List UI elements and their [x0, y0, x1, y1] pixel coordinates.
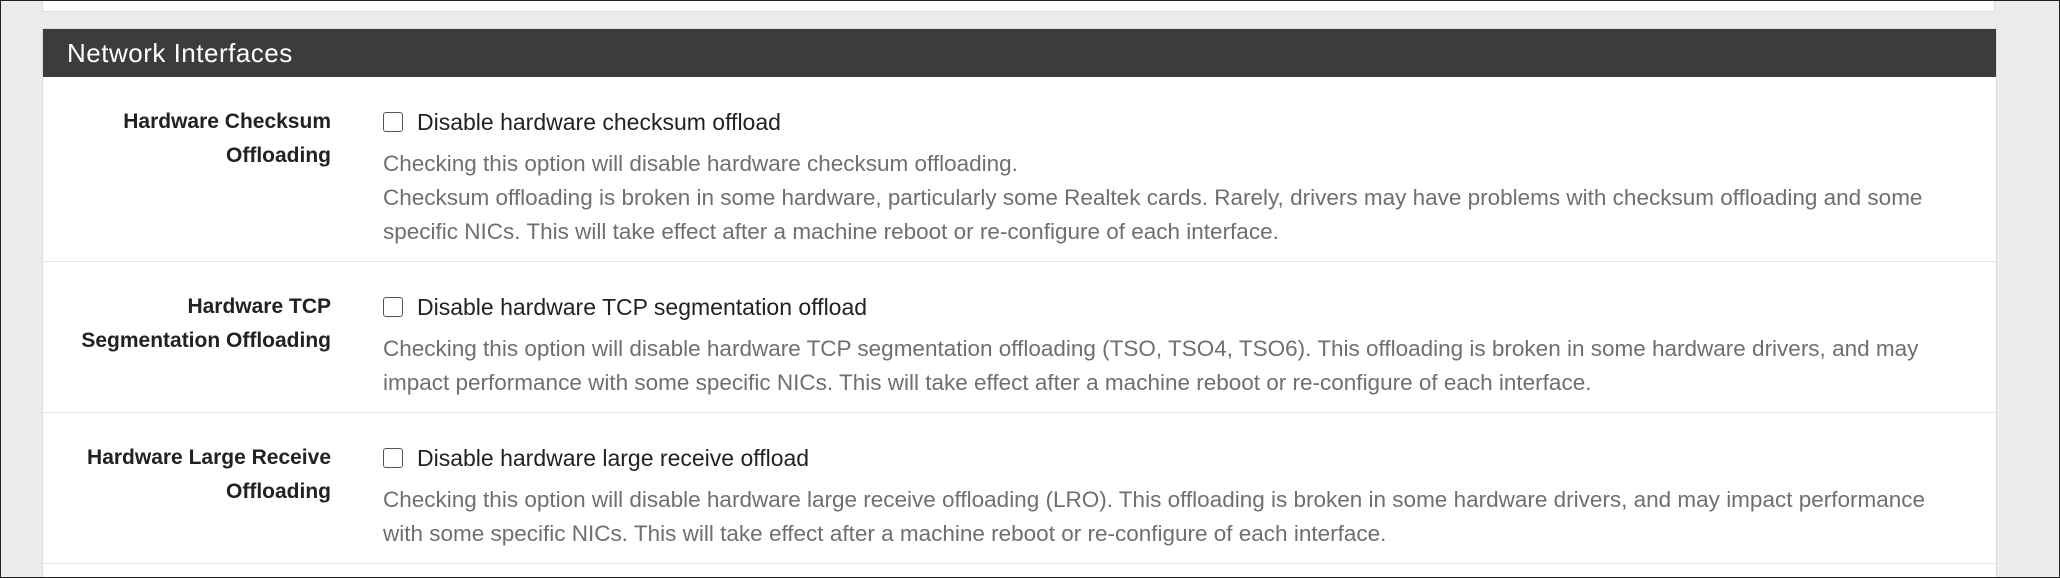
row-label-line: Hardware TCP — [187, 295, 331, 318]
row-content: Disable hardware TCP segmentation offloa… — [383, 290, 1966, 400]
help-text-line: Checking this option will disable hardwa… — [383, 151, 1018, 176]
previous-panel-bottom — [42, 1, 1995, 12]
checkbox-label: Disable hardware TCP segmentation offloa… — [417, 293, 868, 320]
help-text: Checking this option will disable hardwa… — [383, 147, 1966, 249]
form-row-large-receive-offloading: Hardware Large Receive Offloading Disabl… — [43, 413, 1996, 564]
row-label-line: Segmentation Offloading — [81, 329, 331, 352]
row-label: Hardware Large Receive Offloading — [43, 441, 331, 509]
row-label: Hardware TCP Segmentation Offloading — [43, 290, 331, 358]
form-row-checksum-offloading: Hardware Checksum Offloading Disable har… — [43, 77, 1996, 262]
help-text-line: Checking this option will disable hardwa… — [383, 336, 1919, 395]
help-text-line: Checking this option will disable hardwa… — [383, 487, 1926, 546]
panel-heading: Network Interfaces — [43, 29, 1996, 77]
row-label-line: Hardware Checksum — [123, 110, 331, 133]
checkbox-label: Disable hardware checksum offload — [417, 108, 781, 135]
disable-checksum-offload-checkbox[interactable] — [383, 112, 403, 132]
row-label-line: Offloading — [226, 144, 331, 167]
network-interfaces-panel: Network Interfaces Hardware Checksum Off… — [42, 28, 1997, 577]
disable-large-receive-offload-checkbox[interactable] — [383, 448, 403, 468]
row-label: Hardware Checksum Offloading — [43, 105, 331, 173]
row-label-line: Hardware Large Receive — [87, 446, 331, 469]
row-content: Disable hardware large receive offload C… — [383, 441, 1966, 551]
help-text-line: Checksum offloading is broken in some ha… — [383, 185, 1923, 244]
row-label-line: Offloading — [226, 480, 331, 503]
row-content: Disable hardware checksum offload Checki… — [383, 105, 1966, 249]
form-row-tcp-segmentation-offloading: Hardware TCP Segmentation Offloading Dis… — [43, 262, 1996, 413]
help-text: Checking this option will disable hardwa… — [383, 332, 1966, 400]
tcp-segmentation-offload-option[interactable]: Disable hardware TCP segmentation offloa… — [383, 290, 1966, 324]
large-receive-offload-option[interactable]: Disable hardware large receive offload — [383, 441, 1966, 475]
checksum-offload-option[interactable]: Disable hardware checksum offload — [383, 105, 1966, 139]
checkbox-label: Disable hardware large receive offload — [417, 444, 810, 471]
window-frame: Network Interfaces Hardware Checksum Off… — [0, 0, 2060, 578]
help-text: Checking this option will disable hardwa… — [383, 483, 1966, 551]
disable-tcp-segmentation-offload-checkbox[interactable] — [383, 297, 403, 317]
